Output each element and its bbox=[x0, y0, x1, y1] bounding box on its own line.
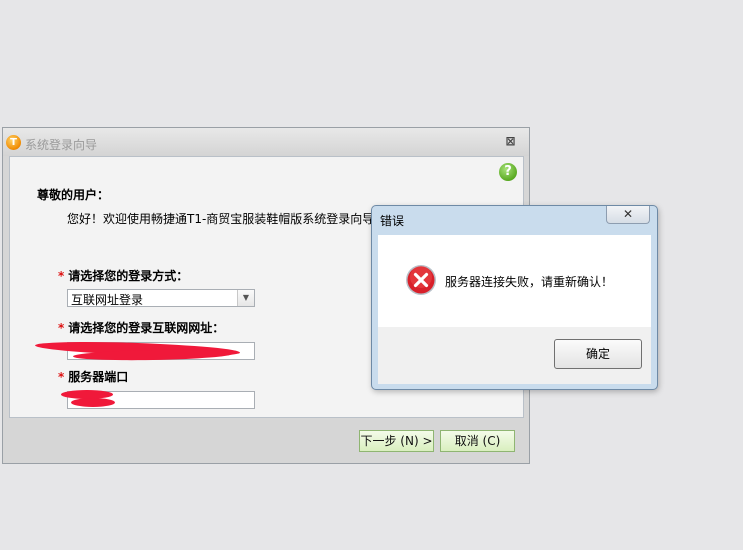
error-message: 服务器连接失败，请重新确认！ bbox=[445, 275, 614, 289]
next-button[interactable]: 下一步 (N) > bbox=[359, 430, 434, 452]
error-dialog-footer: 确定 bbox=[378, 327, 651, 384]
port-label-text: 服务器端口 bbox=[68, 370, 129, 384]
login-method-select[interactable]: 互联网址登录 ▼ bbox=[67, 289, 255, 307]
error-dialog: 错误 ✕ 服务器连接失败，请重新确认！ 确定 bbox=[371, 205, 658, 390]
login-method-label: * 请选择您的登录方式： bbox=[58, 267, 188, 284]
required-mark: * bbox=[58, 370, 65, 384]
required-mark: * bbox=[58, 321, 65, 335]
required-mark: * bbox=[58, 269, 65, 283]
wizard-close-icon[interactable]: ⊠ bbox=[504, 135, 517, 148]
wizard-title: 系统登录向导 bbox=[25, 138, 98, 152]
redaction-mark bbox=[71, 398, 115, 407]
app-logo-icon: T bbox=[6, 135, 21, 150]
close-icon[interactable]: ✕ bbox=[606, 206, 650, 224]
ok-button[interactable]: 确定 bbox=[554, 339, 642, 369]
login-method-label-text: 请选择您的登录方式： bbox=[68, 269, 189, 283]
cancel-button[interactable]: 取消 (C) bbox=[440, 430, 515, 452]
login-method-value: 互联网址登录 bbox=[71, 293, 144, 307]
error-dialog-body: 服务器连接失败，请重新确认！ bbox=[378, 235, 651, 327]
port-label: * 服务器端口 bbox=[58, 368, 128, 385]
url-label: * 请选择您的登录互联网网址： bbox=[58, 319, 224, 336]
wizard-titlebar[interactable]: T 系统登录向导 ⊠ bbox=[3, 128, 529, 156]
welcome-text: 您好！欢迎使用畅捷通T1-商贸宝服装鞋帽版系统登录向导 bbox=[67, 212, 375, 226]
help-icon[interactable]: ? bbox=[499, 163, 517, 181]
error-x-icon bbox=[406, 265, 436, 295]
error-dialog-title: 错误 bbox=[380, 214, 405, 228]
greeting-heading: 尊敬的用户： bbox=[37, 188, 110, 202]
chevron-down-icon[interactable]: ▼ bbox=[237, 290, 254, 306]
url-label-text: 请选择您的登录互联网网址： bbox=[68, 321, 225, 335]
